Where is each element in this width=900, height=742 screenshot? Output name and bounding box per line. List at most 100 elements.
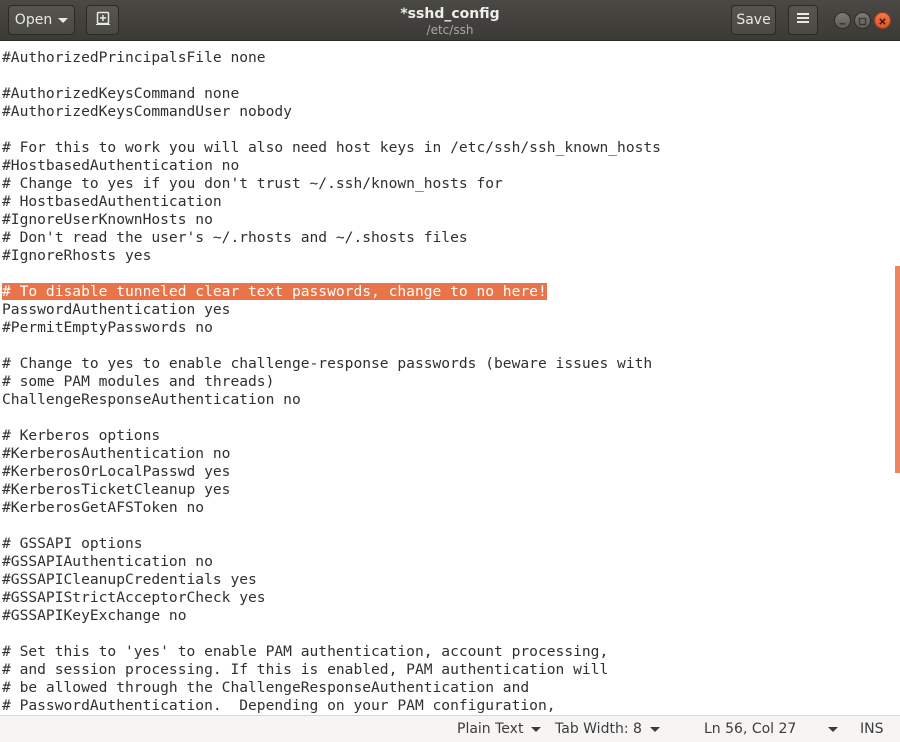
editor-line[interactable]: # Change to yes if you don't trust ~/.ss… [2, 175, 661, 193]
editor-line[interactable]: ChallengeResponseAuthentication no [2, 391, 661, 409]
line-text: #IgnoreRhosts yes [2, 247, 152, 264]
editor-line[interactable]: #GSSAPICleanupCredentials yes [2, 571, 661, 589]
editor-line[interactable] [2, 337, 661, 355]
line-text: # and session processing. If this is ena… [2, 661, 609, 678]
line-text: #HostbasedAuthentication no [2, 157, 240, 174]
close-icon [878, 11, 887, 30]
tab-width-label: Tab Width: 8 [555, 721, 642, 737]
new-tab-icon [95, 10, 111, 30]
window-title-area: *sshd_config /etc/ssh [300, 5, 600, 37]
chevron-down-icon [649, 726, 660, 732]
line-text: # be allowed through the ChallengeRespon… [2, 679, 530, 696]
editor-line[interactable]: # HostbasedAuthentication [2, 193, 661, 211]
editor-line[interactable] [2, 265, 661, 283]
maximize-icon [858, 11, 867, 30]
editor-line[interactable]: #IgnoreUserKnownHosts no [2, 211, 661, 229]
tab-width-selector[interactable]: Tab Width: 8 [555, 721, 660, 737]
line-text: # For this to work you will also need ho… [2, 139, 661, 156]
close-button[interactable] [874, 12, 891, 29]
editor-line[interactable]: #PermitEmptyPasswords no [2, 319, 661, 337]
editor-line[interactable]: #IgnoreRhosts yes [2, 247, 661, 265]
line-text: #KerberosGetAFSToken no [2, 499, 205, 516]
line-text: #GSSAPIKeyExchange no [2, 607, 187, 624]
language-label: Plain Text [457, 721, 524, 737]
line-text: #GSSAPIAuthentication no [2, 553, 213, 570]
line-text: #PermitEmptyPasswords no [2, 319, 213, 336]
editor-line[interactable]: # Change to yes to enable challenge-resp… [2, 355, 661, 373]
editor-line[interactable]: # For this to work you will also need ho… [2, 139, 661, 157]
maximize-button[interactable] [854, 12, 871, 29]
chevron-down-icon [58, 17, 69, 23]
line-text: #GSSAPIStrictAcceptorCheck yes [2, 589, 266, 606]
editor-lines: #AuthorizedPrincipalsFile none #Authorize… [2, 49, 661, 715]
line-text: # Kerberos options [2, 427, 161, 444]
line-text: ChallengeResponseAuthentication no [2, 391, 301, 408]
chevron-down-icon [531, 726, 542, 732]
editor-line[interactable]: #KerberosOrLocalPasswd yes [2, 463, 661, 481]
chevron-down-icon [828, 726, 839, 732]
text-editor[interactable]: #AuthorizedPrincipalsFile none #Authorize… [0, 41, 900, 715]
line-text: #GSSAPICleanupCredentials yes [2, 571, 257, 588]
line-text: # Set this to 'yes' to enable PAM authen… [2, 643, 609, 660]
line-text: # Change to yes to enable challenge-resp… [2, 355, 653, 372]
insert-mode-label: INS [860, 721, 884, 737]
editor-line[interactable]: # some PAM modules and threads) [2, 373, 661, 391]
editor-line[interactable]: # Set this to 'yes' to enable PAM authen… [2, 643, 661, 661]
editor-line[interactable] [2, 67, 661, 85]
new-tab-button[interactable] [86, 5, 119, 35]
hamburger-menu-icon [796, 12, 810, 28]
editor-line[interactable]: # Don't read the user's ~/.rhosts and ~/… [2, 229, 661, 247]
insert-mode-indicator[interactable]: INS [860, 721, 884, 737]
editor-line[interactable]: #GSSAPIStrictAcceptorCheck yes [2, 589, 661, 607]
line-text: PasswordAuthentication yes [2, 301, 231, 318]
header-bar: Open *sshd_config /etc/ssh Save [0, 0, 900, 41]
line-text: #AuthorizedKeysCommand none [2, 85, 240, 102]
editor-line[interactable] [2, 517, 661, 535]
editor-line[interactable]: #KerberosAuthentication no [2, 445, 661, 463]
editor-line[interactable]: #KerberosGetAFSToken no [2, 499, 661, 517]
editor-line[interactable]: PasswordAuthentication yes [2, 301, 661, 319]
editor-line[interactable]: #GSSAPIKeyExchange no [2, 607, 661, 625]
line-text: #AuthorizedPrincipalsFile none [2, 49, 266, 66]
line-text: #KerberosAuthentication no [2, 445, 231, 462]
editor-line[interactable]: # be allowed through the ChallengeRespon… [2, 679, 661, 697]
editor-line[interactable]: #HostbasedAuthentication no [2, 157, 661, 175]
editor-line[interactable]: # GSSAPI options [2, 535, 661, 553]
editor-line[interactable]: # To disable tunneled clear text passwor… [2, 283, 661, 301]
line-text: # GSSAPI options [2, 535, 143, 552]
minimize-icon [838, 11, 847, 30]
editor-line[interactable]: # PasswordAuthentication. Depending on y… [2, 697, 661, 715]
editor-line[interactable]: #KerberosTicketCleanup yes [2, 481, 661, 499]
save-button[interactable]: Save [731, 5, 776, 35]
selected-text: # To disable tunneled clear text passwor… [2, 283, 547, 300]
window-title: *sshd_config [400, 6, 500, 22]
editor-line[interactable] [2, 625, 661, 643]
line-text: #KerberosTicketCleanup yes [2, 481, 231, 498]
editor-line[interactable] [2, 121, 661, 139]
line-text: #IgnoreUserKnownHosts no [2, 211, 213, 228]
window-subtitle: /etc/ssh [426, 23, 474, 37]
editor-line[interactable]: # Kerberos options [2, 427, 661, 445]
line-text: # Change to yes if you don't trust ~/.ss… [2, 175, 503, 192]
editor-line[interactable]: # and session processing. If this is ena… [2, 661, 661, 679]
editor-line[interactable] [2, 409, 661, 427]
line-text: #KerberosOrLocalPasswd yes [2, 463, 231, 480]
line-text: # HostbasedAuthentication [2, 193, 222, 210]
editor-line[interactable]: #AuthorizedKeysCommandUser nobody [2, 103, 661, 121]
line-text: #AuthorizedKeysCommandUser nobody [2, 103, 292, 120]
open-button-label: Open [14, 12, 53, 28]
menu-button[interactable] [788, 5, 818, 35]
open-button[interactable]: Open [8, 5, 75, 35]
line-text: # PasswordAuthentication. Depending on y… [2, 697, 556, 714]
minimize-button[interactable] [834, 12, 851, 29]
status-bar: Plain Text Tab Width: 8 Ln 56, Col 27 IN… [0, 715, 900, 742]
editor-line[interactable]: #AuthorizedKeysCommand none [2, 85, 661, 103]
editor-line[interactable]: #GSSAPIAuthentication no [2, 553, 661, 571]
line-text: # some PAM modules and threads) [2, 373, 275, 390]
cursor-position-label: Ln 56, Col 27 [704, 721, 797, 737]
line-text: # Don't read the user's ~/.rhosts and ~/… [2, 229, 468, 246]
scroll-indicator[interactable] [895, 266, 900, 473]
editor-line[interactable]: #AuthorizedPrincipalsFile none [2, 49, 661, 67]
language-selector[interactable]: Plain Text [457, 721, 542, 737]
cursor-position-selector[interactable]: Ln 56, Col 27 [704, 721, 839, 737]
